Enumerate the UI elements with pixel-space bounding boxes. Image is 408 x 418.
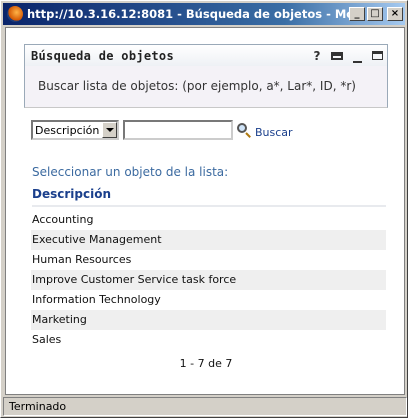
- search-button[interactable]: Buscar: [255, 126, 293, 139]
- help-icon[interactable]: ?: [307, 49, 327, 63]
- list-item[interactable]: Marketing: [31, 310, 386, 330]
- field-select[interactable]: Descripción: [31, 120, 119, 140]
- object-list: Accounting Executive Management Human Re…: [31, 210, 386, 350]
- firefox-icon: [7, 6, 23, 22]
- page-content: Búsqueda de objetos ? Buscar lista de ob…: [5, 27, 405, 395]
- list-item[interactable]: Human Resources: [31, 250, 386, 270]
- pagination-info: 1 - 7 de 7: [179, 357, 233, 370]
- search-icon[interactable]: [237, 123, 251, 138]
- search-instructions: Buscar lista de objetos: (por ejemplo, a…: [24, 66, 388, 108]
- printer-icon[interactable]: [327, 49, 347, 63]
- search-row: Descripción Buscar: [31, 120, 388, 140]
- select-object-label: Seleccionar un objeto de la lista:: [32, 165, 229, 179]
- portlet-title: Búsqueda de objetos: [31, 48, 174, 63]
- minimize-portlet-icon[interactable]: [347, 48, 367, 63]
- chevron-down-icon[interactable]: [102, 122, 117, 138]
- search-input[interactable]: [123, 120, 233, 140]
- field-select-value: Descripción: [35, 123, 100, 137]
- maximize-portlet-icon[interactable]: [367, 49, 387, 63]
- window-title: http://10.3.16.12:8081 - Búsqueda de obj…: [27, 7, 349, 21]
- list-item[interactable]: Improve Customer Service task force: [31, 270, 386, 290]
- list-item[interactable]: Accounting: [31, 210, 386, 230]
- list-item[interactable]: Sales: [31, 330, 386, 350]
- browser-window: http://10.3.16.12:8081 - Búsqueda de obj…: [0, 0, 408, 418]
- list-column-header[interactable]: Descripción: [32, 187, 386, 207]
- list-item[interactable]: Information Technology: [31, 290, 386, 310]
- title-bar[interactable]: http://10.3.16.12:8081 - Búsqueda de obj…: [3, 3, 405, 25]
- status-bar: Terminado: [3, 397, 407, 416]
- close-button[interactable]: ×: [387, 7, 403, 21]
- portlet-header: Búsqueda de objetos ?: [24, 44, 388, 66]
- object-search-portlet: Búsqueda de objetos ? Buscar lista de ob…: [24, 44, 388, 390]
- maximize-button[interactable]: □: [367, 7, 383, 21]
- list-item[interactable]: Executive Management: [31, 230, 386, 250]
- minimize-button[interactable]: _: [349, 7, 365, 21]
